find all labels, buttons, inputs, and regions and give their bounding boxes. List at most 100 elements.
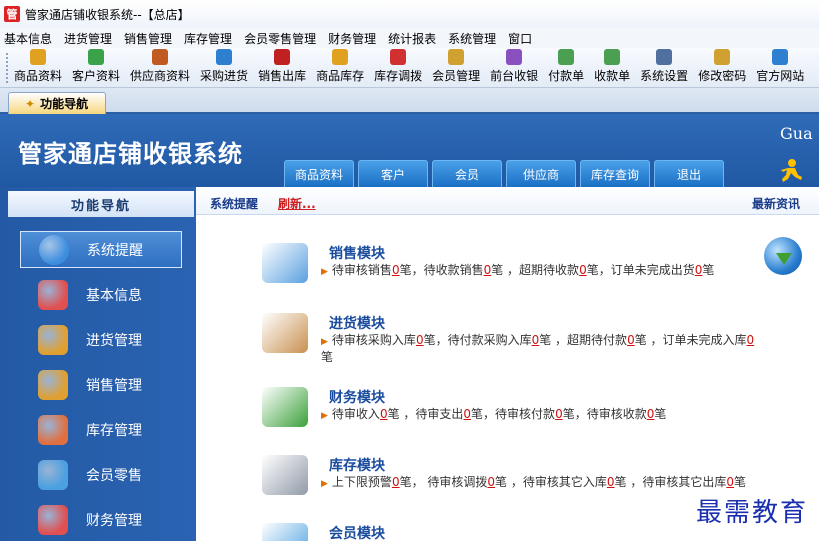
toolbar-button[interactable]: 商品库存 (316, 49, 364, 87)
content-header: 系统提醒 刷新... 最新资讯 (196, 187, 819, 215)
toolbar-button[interactable]: 官方网站 (756, 49, 804, 87)
banner-tab[interactable]: 商品资料 (284, 160, 354, 187)
tab-label: 功能导航 (40, 97, 89, 111)
nav-item[interactable]: 系统提醒 (20, 231, 182, 268)
truck-icon (216, 49, 233, 65)
menu-item[interactable]: 会员零售管理 (244, 30, 316, 47)
menu-item[interactable]: 窗口 (508, 30, 532, 47)
status-count-link[interactable]: 0 (627, 333, 635, 347)
toolbar: 商品资料 客户资料 供应商资料 采购进货 销售出库 商品库存 库存调拨 会员管理 前台收银 付款单… (0, 48, 819, 88)
status-count-link[interactable]: 0 (726, 475, 734, 489)
module-title[interactable]: 会员模块 (329, 523, 385, 541)
module-title[interactable]: 库存模块 (329, 455, 385, 475)
runner-icon: ✦ (25, 96, 36, 111)
toolbar-button[interactable]: 库存调拨 (374, 49, 422, 87)
nav-item-label: 销售管理 (86, 377, 142, 394)
receipt-icon (604, 49, 621, 65)
toolbar-button[interactable]: 客户资料 (72, 49, 120, 87)
module-status-line: ▶ 上下限预警0笔， 待审核调拨0笔 ，待审核其它入库0笔 ，待审核其它出库0笔 (321, 475, 761, 492)
banner-tab[interactable]: 退出 (654, 160, 724, 187)
box-icon (30, 49, 46, 65)
toolbar-button[interactable]: 收款单 (594, 49, 630, 87)
banner-tab[interactable]: 客户 (358, 160, 428, 187)
nav-item-label: 会员零售 (86, 467, 142, 484)
status-text: 笔 ，超期待付款 (539, 333, 628, 347)
app-logo-icon: 管 (4, 6, 20, 22)
banner-tab[interactable]: 供应商 (506, 160, 576, 187)
nav-item-label: 库存管理 (86, 422, 142, 439)
menu-item[interactable]: 销售管理 (124, 30, 172, 47)
transfer-icon (390, 49, 407, 65)
status-text: 笔 ，待审支出 (387, 407, 464, 421)
refresh-link[interactable]: 刷新... (278, 195, 316, 212)
module-status-line: ▶ 待审核销售0笔，待收款销售0笔 ，超期待收款0笔，订单未完成出货0笔 (321, 263, 761, 280)
people-icon (88, 49, 105, 65)
status-text: 上下限预警 (331, 475, 392, 489)
toolbar-button[interactable]: 修改密码 (698, 49, 746, 87)
toolbar-button[interactable]: 系统设置 (640, 49, 688, 87)
banner: 管家通店铺收银系统 Gua 商品资料 客户 会员 供应商 库存查询 退出 (0, 114, 819, 187)
left-nav: 功能导航 系统提醒 基本信息 进货管理 销售管理 库存管理 会员零售 财务管理 (0, 187, 196, 541)
menu-item[interactable]: 系统管理 (448, 30, 496, 47)
menu-item[interactable]: 财务管理 (328, 30, 376, 47)
toolbar-button-label: 收款单 (594, 69, 631, 83)
window-title: 管家通店铺收银系统--【总店】 (25, 7, 190, 22)
menu-bar: 基本信息 进货管理 销售管理 库存管理 会员零售管理 财务管理 统计报表 系统管理 窗口 (0, 28, 819, 48)
banner-right-text: Gua (780, 124, 813, 143)
nav-item[interactable]: 财务管理 (20, 501, 182, 538)
status-text: 笔，待审核收款 (562, 407, 647, 421)
money-icon (262, 387, 308, 427)
member-icon (262, 523, 308, 541)
module-title[interactable]: 进货模块 (329, 313, 385, 333)
nav-item[interactable]: 销售管理 (20, 366, 182, 403)
status-count-link[interactable]: 0 (416, 333, 424, 347)
toolbar-button[interactable]: 商品资料 (14, 49, 62, 87)
toolbar-button[interactable]: 付款单 (548, 49, 584, 87)
toolbar-grip[interactable] (6, 53, 10, 83)
menu-item[interactable]: 基本信息 (4, 30, 52, 47)
menu-item[interactable]: 统计报表 (388, 30, 436, 47)
status-text: 笔 (733, 475, 746, 489)
banner-tab[interactable]: 库存查询 (580, 160, 650, 187)
nav-item[interactable]: 基本信息 (20, 276, 182, 313)
supplier-icon (152, 49, 169, 65)
status-text: 待审核销售 (331, 263, 392, 277)
toolbar-button-label: 销售出库 (258, 69, 307, 83)
status-text: 待审核采购入库 (331, 333, 416, 347)
status-count-link[interactable]: 0 (463, 407, 471, 421)
nav-item[interactable]: 进货管理 (20, 321, 182, 358)
status-count-link[interactable]: 0 (607, 475, 615, 489)
warehouse-icon (38, 414, 68, 445)
module-title[interactable]: 财务模块 (329, 387, 385, 407)
toolbar-button-label: 前台收银 (490, 69, 539, 83)
status-count-link[interactable]: 0 (487, 475, 495, 489)
status-text: 待审收入 (331, 407, 380, 421)
toolbar-button[interactable]: 销售出库 (258, 49, 306, 87)
payment-icon (558, 49, 575, 65)
latest-news-link[interactable]: 最新资讯 (752, 195, 800, 212)
status-text: 笔 ，超期待收款 (491, 263, 580, 277)
status-text: 笔，待付款采购入库 (423, 333, 532, 347)
status-count-link[interactable]: 0 (555, 407, 563, 421)
status-text: 笔 (654, 407, 667, 421)
toolbar-button[interactable]: 前台收银 (490, 49, 538, 87)
status-count-link[interactable]: 0 (392, 263, 400, 277)
menu-item[interactable]: 库存管理 (184, 30, 232, 47)
status-count-link[interactable]: 0 (392, 475, 400, 489)
tab-function-nav[interactable]: ✦ 功能导航 (8, 92, 106, 114)
toolbar-button-label: 商品资料 (14, 69, 63, 83)
status-count-link[interactable]: 0 (579, 263, 587, 277)
toolbar-button[interactable]: 供应商资料 (130, 49, 190, 87)
banner-tab[interactable]: 会员 (432, 160, 502, 187)
nav-item-label: 系统提醒 (87, 242, 143, 259)
menu-item[interactable]: 进货管理 (64, 30, 112, 47)
nav-item[interactable]: 会员零售 (20, 456, 182, 493)
status-count-link[interactable]: 0 (747, 333, 755, 347)
status-count-link[interactable]: 0 (380, 407, 388, 421)
toolbar-button[interactable]: 采购进货 (200, 49, 248, 87)
nav-item[interactable]: 库存管理 (20, 411, 182, 448)
toolbar-button[interactable]: 会员管理 (432, 49, 480, 87)
cart-icon (274, 49, 291, 65)
module-title[interactable]: 销售模块 (329, 243, 385, 263)
main-content: 系统提醒 刷新... 最新资讯 销售模块 ▶ 待审核销售0笔，待收款销售0笔 ，超期… (196, 187, 819, 541)
